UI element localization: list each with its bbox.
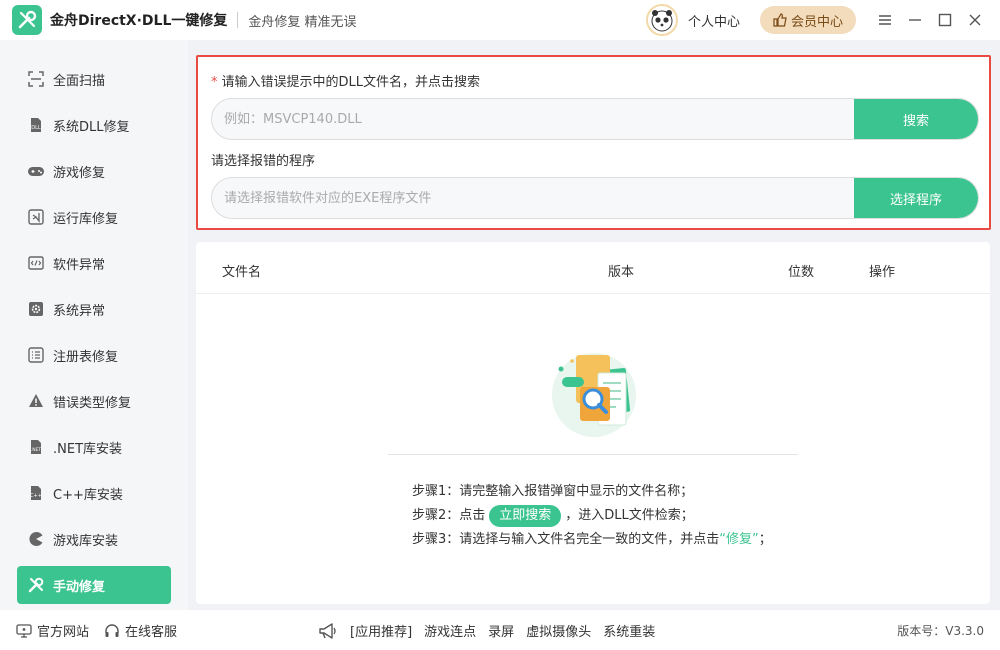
online-service-link[interactable]: 在线客服 [104,621,177,640]
list-icon [27,346,45,364]
exe-path-input[interactable] [212,178,854,218]
cpp-icon: C++ [27,484,45,502]
sidebar: 全面扫描 DLL 系统DLL修复 游戏修复 运行库修复 软件异常 系统异常 注册… [0,40,188,610]
dll-icon: DLL [27,116,45,134]
column-filename: 文件名 [222,265,262,280]
megaphone-icon [319,622,336,639]
sidebar-item-label: 注册表修复 [53,349,119,365]
app-title: 金舟DirectX·DLL一键修复 [50,13,228,29]
sidebar-item-label: 全面扫描 [53,73,106,89]
app-recommend-bar: [应用推荐] 游戏连点 录屏 虚拟摄像头 系统重装 [318,621,655,640]
sidebar-item-error-type-repair[interactable]: 错误类型修复 [17,382,171,420]
results-table-header: 文件名 版本 位数 操作 [196,242,990,294]
gear-icon [27,300,45,318]
step-2-suffix: ，进入DLL文件检索； [565,508,694,523]
vip-center-button[interactable]: 会员中心 [760,6,856,34]
column-version: 版本 [608,265,635,280]
close-icon[interactable] [960,5,990,35]
sidebar-item-label: 手动修复 [53,579,106,595]
recommend-link-virtual-camera[interactable]: 虚拟摄像头 [526,621,591,640]
results-panel: 文件名 版本 位数 操作 步骤1：请完整输入报错弹窗中显示的文件名称； 步骤2：… [196,242,990,604]
step-3-highlight: “修复” [719,532,759,547]
search-panel: *请输入错误提示中的DLL文件名，并点击搜索 搜索 请选择报错的程序 选择程序 [196,55,991,230]
sidebar-item-label: C++库安装 [53,487,123,503]
exe-field-label: 请选择报错的程序 [211,154,316,169]
sidebar-item-cpp-install[interactable]: C++ C++库安装 [17,474,171,512]
empty-state-divider [388,454,798,455]
menu-icon[interactable] [870,5,900,35]
sidebar-item-game-repair[interactable]: 游戏修复 [17,152,171,190]
sidebar-item-net-install[interactable]: .NET .NET库安装 [17,428,171,466]
svg-text:.NET: .NET [31,447,42,453]
exe-select-row: 选择程序 [211,177,979,219]
sidebar-item-label: .NET库安装 [53,441,123,457]
sidebar-item-manual-repair[interactable]: 手动修复 [17,566,171,604]
empty-state-illustration [544,347,644,439]
column-bits: 位数 [788,265,815,280]
headset-icon [105,623,119,637]
app-logo-icon [12,5,42,35]
warning-icon [27,392,45,410]
wrench-icon [27,576,45,594]
svg-text:C++: C++ [30,493,42,499]
code-icon [27,254,45,272]
step-1: 步骤1：请完整输入报错弹窗中显示的文件名称； [412,480,772,504]
sidebar-item-label: 系统DLL修复 [53,119,130,135]
dll-search-row: 搜索 [211,98,979,140]
search-button[interactable]: 搜索 [854,99,978,139]
required-mark: * [211,75,218,90]
step-2: 步骤2：点击 立即搜索 ，进入DLL文件检索； [412,504,772,528]
sidebar-item-full-scan[interactable]: 全面扫描 [17,60,171,98]
column-action: 操作 [869,265,896,280]
sidebar-item-software-error[interactable]: 软件异常 [17,244,171,282]
step-3: 步骤3：请选择与输入文件名完全一致的文件，并点击 “修复”； [412,528,772,552]
sidebar-item-system-dll[interactable]: DLL 系统DLL修复 [17,106,171,144]
recommend-label: [应用推荐] [350,625,413,640]
official-site-link[interactable]: 官方网站 [16,621,89,640]
instruction-steps: 步骤1：请完整输入报错弹窗中显示的文件名称； 步骤2：点击 立即搜索 ，进入DL… [412,480,772,552]
footer-bar: 官方网站 在线客服 [应用推荐] 游戏连点 录屏 虚拟摄像头 系统重装 版本号：… [0,610,1000,650]
title-divider [237,12,239,28]
step-3-prefix: 步骤3：请选择与输入文件名完全一致的文件，并点击 [412,532,720,547]
app-slogan: 金舟修复 精准无误 [248,14,357,30]
recommend-link-screen-record[interactable]: 录屏 [488,621,514,640]
step-3-suffix: ； [758,532,772,547]
sidebar-item-game-lib-install[interactable]: 游戏库安装 [17,520,171,558]
dll-field-label-text: 请输入错误提示中的DLL文件名，并点击搜索 [221,75,481,90]
dll-search-input[interactable] [212,99,854,139]
recommend-link-autoclicker[interactable]: 游戏连点 [424,621,476,640]
sidebar-item-label: 软件异常 [53,257,106,273]
online-service-label: 在线客服 [125,625,178,640]
official-site-label: 官方网站 [37,625,90,640]
avatar[interactable] [645,4,678,36]
sidebar-item-label: 游戏库安装 [53,533,119,549]
step-2-prefix: 步骤2：点击 [412,508,486,523]
sidebar-item-system-error[interactable]: 系统异常 [17,290,171,328]
recommend-link-system-reinstall[interactable]: 系统重装 [603,621,655,640]
version-label: 版本号：V3.3.0 [897,624,984,638]
search-now-button[interactable]: 立即搜索 [489,505,562,527]
minimize-icon[interactable] [900,5,930,35]
maximize-icon[interactable] [930,5,960,35]
dll-field-label: * 请输入错误提示中的DLL文件名，并点击搜索 [211,71,480,90]
svg-text:DLL: DLL [31,125,41,131]
pacman-icon [27,530,45,548]
vs-icon [27,208,45,226]
sidebar-item-label: 系统异常 [53,303,106,319]
sidebar-item-registry-repair[interactable]: 注册表修复 [17,336,171,374]
select-program-button[interactable]: 选择程序 [854,178,978,218]
vip-center-label: 会员中心 [790,14,843,30]
step-1-text: 步骤1：请完整输入报错弹窗中显示的文件名称； [412,484,694,499]
net-icon: .NET [27,438,45,456]
sidebar-item-label: 错误类型修复 [53,395,132,411]
gamepad-icon [27,162,45,180]
monitor-icon [16,623,32,638]
personal-center-link[interactable]: 个人中心 [688,11,740,30]
scan-icon [27,70,45,88]
thumbs-up-icon [773,13,787,27]
sidebar-item-runtime-repair[interactable]: 运行库修复 [17,198,171,236]
sidebar-item-label: 运行库修复 [53,211,119,227]
sidebar-item-label: 游戏修复 [53,165,106,181]
title-bar: 金舟DirectX·DLL一键修复 金舟修复 精准无误 个人中心 会员中心 [0,0,1000,40]
